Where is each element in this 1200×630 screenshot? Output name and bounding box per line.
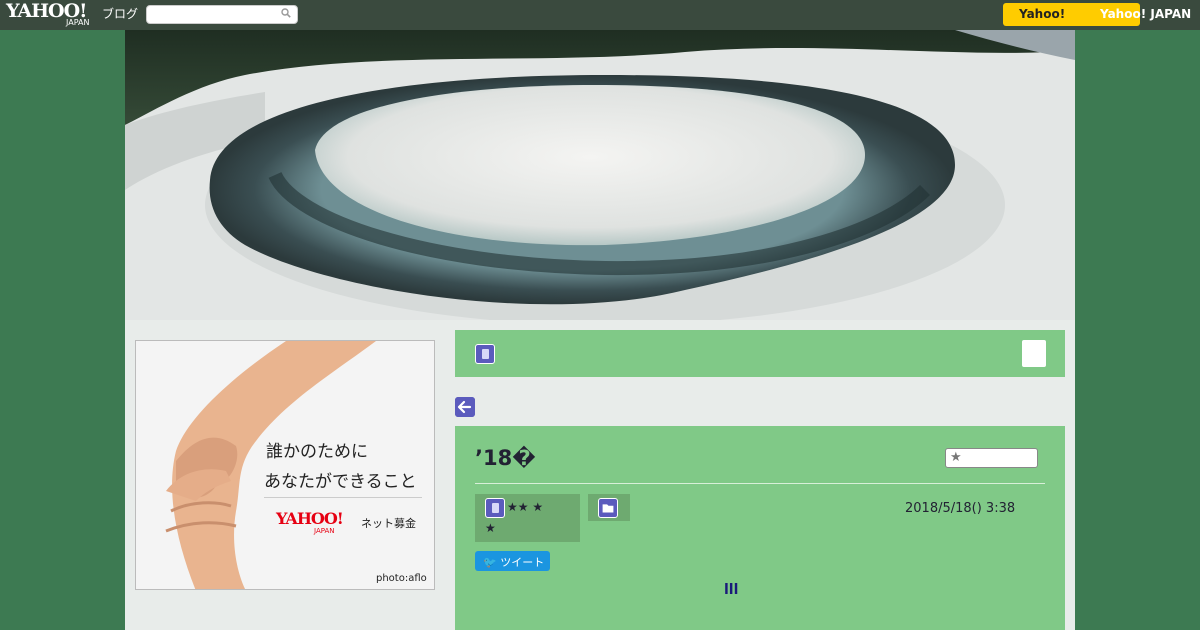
blog-label[interactable]: ブログ (102, 5, 138, 22)
logo-sub: JAPAN (66, 18, 90, 27)
menu-button[interactable] (1022, 340, 1046, 367)
ad-divider (264, 497, 422, 498)
tweet-button[interactable]: 🐦 ツイート (475, 551, 550, 571)
top-bar: YAHOO! JAPAN ブログ Yahoo! Yahoo! JAPAN (0, 0, 1200, 30)
book-icon (485, 498, 505, 518)
star-icon: ★ (950, 450, 962, 465)
yahoo-button-label: Yahoo! (1019, 7, 1066, 21)
theme-tag[interactable]: ★★ ★ ★ (475, 494, 580, 542)
ad-brand: YAHOO! (276, 509, 344, 528)
category-tag[interactable] (588, 494, 630, 521)
title-divider (475, 483, 1045, 484)
back-arrow-icon[interactable] (455, 397, 475, 417)
ad-line-1: 誰かのために (266, 442, 368, 462)
ad-service: ネット募金 (361, 517, 416, 530)
yahoo-logo[interactable]: YAHOO! JAPAN ブログ (6, 2, 138, 28)
yahoo-donation-ad[interactable]: 誰かのために あなたができること YAHOO! JAPAN ネット募金 phot… (135, 340, 435, 590)
article-panel: ’18� ★ ★★ ★ ★ 2018/5/18() 3:38 🐦 ツイート ll… (455, 426, 1065, 630)
tweet-label: ツイート (500, 556, 545, 569)
twitter-bird-icon: 🐦 (483, 556, 497, 569)
ad-line-2: あなたができること (264, 472, 417, 492)
ad-credit: photo:aflo (376, 573, 427, 584)
search-input[interactable] (146, 5, 298, 24)
favorite-button[interactable]: ★ (945, 448, 1038, 468)
search-icon[interactable] (281, 8, 291, 18)
tag-star: ★ (485, 521, 496, 535)
header-photo (125, 30, 1075, 320)
yahoo-japan-link[interactable]: Yahoo! JAPAN (1100, 7, 1191, 21)
article-title[interactable]: ’18� (475, 446, 536, 470)
article-body-text: lll (724, 582, 739, 598)
book-icon[interactable] (475, 344, 495, 364)
post-date: 2018/5/18() 3:38 (905, 501, 1016, 516)
tag-stars: ★★ ★ (507, 500, 544, 514)
blog-header-band (455, 330, 1065, 377)
ad-brand-sub: JAPAN (314, 527, 335, 535)
folder-icon (598, 498, 618, 518)
handshake-image (165, 341, 376, 589)
header-image (125, 30, 1075, 320)
